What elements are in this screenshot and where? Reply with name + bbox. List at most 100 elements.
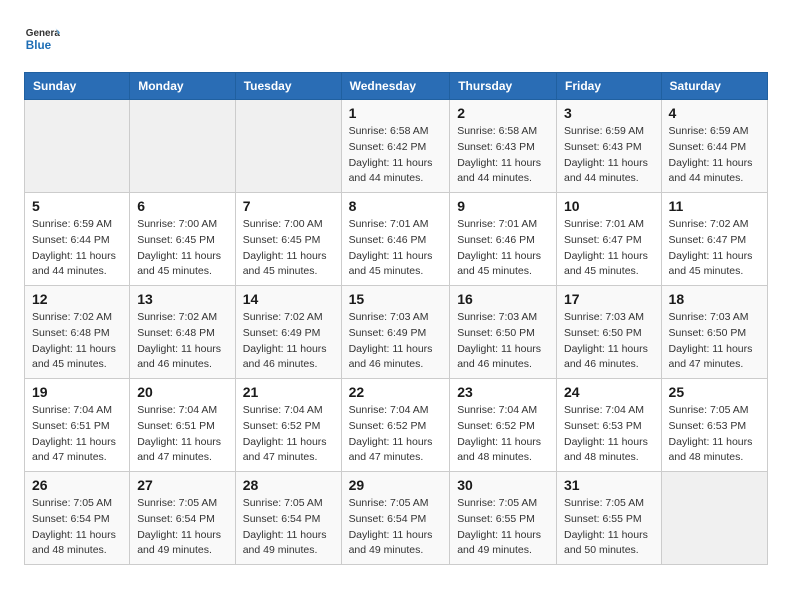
calendar-cell: 11 Sunrise: 7:02 AMSunset: 6:47 PMDayligh… [661, 193, 767, 286]
calendar-cell: 12Sunrise: 7:02 AMSunset: 6:48 PMDayligh… [25, 286, 130, 379]
day-number: 8 [349, 198, 443, 214]
day-number: 30 [457, 477, 549, 493]
day-info: Sunrise: 7:04 AMSunset: 6:52 PMDaylight:… [457, 403, 549, 466]
weekday-header: Friday [556, 73, 661, 100]
calendar-cell: 30 Sunrise: 7:05 AMSunset: 6:55 PMDayligh… [450, 472, 557, 565]
calendar-cell: 16Sunrise: 7:03 AMSunset: 6:50 PMDayligh… [450, 286, 557, 379]
day-info: Sunrise: 7:00 AMSunset: 6:45 PMDaylight:… [137, 217, 228, 280]
day-info: Sunrise: 6:58 AMSunset: 6:43 PMDaylight:… [457, 124, 549, 187]
day-info: Sunrise: 7:02 AMSunset: 6:47 PMDaylight:… [669, 217, 760, 280]
day-info: Sunrise: 6:59 AMSunset: 6:44 PMDaylight:… [32, 217, 122, 280]
day-info: Sunrise: 7:04 AMSunset: 6:51 PMDaylight:… [32, 403, 122, 466]
svg-text:Blue: Blue [26, 39, 52, 52]
day-info: Sunrise: 7:04 AMSunset: 6:51 PMDaylight:… [137, 403, 228, 466]
calendar-cell: 1 Sunrise: 6:58 AMSunset: 6:42 PMDaylight… [341, 100, 450, 193]
day-info: Sunrise: 7:01 AMSunset: 6:46 PMDaylight:… [349, 217, 443, 280]
calendar-cell: 17 Sunrise: 7:03 AMSunset: 6:50 PMDayligh… [556, 286, 661, 379]
calendar-cell [130, 100, 236, 193]
day-info: Sunrise: 7:05 AMSunset: 6:55 PMDaylight:… [564, 496, 654, 559]
calendar-cell: 9 Sunrise: 7:01 AMSunset: 6:46 PMDaylight… [450, 193, 557, 286]
day-info: Sunrise: 7:05 AMSunset: 6:53 PMDaylight:… [669, 403, 760, 466]
calendar-cell [661, 472, 767, 565]
day-number: 19 [32, 384, 122, 400]
day-info: Sunrise: 7:05 AMSunset: 6:55 PMDaylight:… [457, 496, 549, 559]
weekday-header: Sunday [25, 73, 130, 100]
day-info: Sunrise: 7:03 AMSunset: 6:49 PMDaylight:… [349, 310, 443, 373]
day-info: Sunrise: 6:59 AMSunset: 6:43 PMDaylight:… [564, 124, 654, 187]
calendar-cell [235, 100, 341, 193]
day-info: Sunrise: 7:01 AMSunset: 6:46 PMDaylight:… [457, 217, 549, 280]
calendar-cell: 7 Sunrise: 7:00 AMSunset: 6:45 PMDaylight… [235, 193, 341, 286]
day-number: 27 [137, 477, 228, 493]
calendar-cell: 8 Sunrise: 7:01 AMSunset: 6:46 PMDaylight… [341, 193, 450, 286]
day-number: 28 [243, 477, 334, 493]
day-info: Sunrise: 7:01 AMSunset: 6:47 PMDaylight:… [564, 217, 654, 280]
day-number: 3 [564, 105, 654, 121]
day-number: 23 [457, 384, 549, 400]
calendar-cell: 29Sunrise: 7:05 AMSunset: 6:54 PMDayligh… [341, 472, 450, 565]
day-info: Sunrise: 7:04 AMSunset: 6:52 PMDaylight:… [349, 403, 443, 466]
day-info: Sunrise: 7:03 AMSunset: 6:50 PMDaylight:… [564, 310, 654, 373]
calendar-cell: 23 Sunrise: 7:04 AMSunset: 6:52 PMDayligh… [450, 379, 557, 472]
day-info: Sunrise: 6:59 AMSunset: 6:44 PMDaylight:… [669, 124, 760, 187]
calendar-cell [25, 100, 130, 193]
calendar-cell: 31 Sunrise: 7:05 AMSunset: 6:55 PMDayligh… [556, 472, 661, 565]
calendar-cell: 3 Sunrise: 6:59 AMSunset: 6:43 PMDaylight… [556, 100, 661, 193]
day-number: 31 [564, 477, 654, 493]
calendar-cell: 25 Sunrise: 7:05 AMSunset: 6:53 PMDayligh… [661, 379, 767, 472]
day-info: Sunrise: 7:05 AMSunset: 6:54 PMDaylight:… [137, 496, 228, 559]
day-number: 21 [243, 384, 334, 400]
day-number: 9 [457, 198, 549, 214]
weekday-header: Tuesday [235, 73, 341, 100]
day-number: 11 [669, 198, 760, 214]
calendar-cell: 24 Sunrise: 7:04 AMSunset: 6:53 PMDayligh… [556, 379, 661, 472]
calendar-cell: 28 Sunrise: 7:05 AMSunset: 6:54 PMDayligh… [235, 472, 341, 565]
day-number: 17 [564, 291, 654, 307]
day-number: 2 [457, 105, 549, 121]
calendar-cell: 20 Sunrise: 7:04 AMSunset: 6:51 PMDayligh… [130, 379, 236, 472]
day-number: 14 [243, 291, 334, 307]
day-number: 20 [137, 384, 228, 400]
calendar-table: SundayMondayTuesdayWednesdayThursdayFrid… [24, 72, 768, 565]
calendar-cell: 21Sunrise: 7:04 AMSunset: 6:52 PMDayligh… [235, 379, 341, 472]
weekday-header: Wednesday [341, 73, 450, 100]
calendar-cell: 4Sunrise: 6:59 AMSunset: 6:44 PMDaylight… [661, 100, 767, 193]
calendar-cell: 18 Sunrise: 7:03 AMSunset: 6:50 PMDayligh… [661, 286, 767, 379]
day-info: Sunrise: 7:00 AMSunset: 6:45 PMDaylight:… [243, 217, 334, 280]
calendar-cell: 2 Sunrise: 6:58 AMSunset: 6:43 PMDaylight… [450, 100, 557, 193]
calendar-cell: 26 Sunrise: 7:05 AMSunset: 6:54 PMDayligh… [25, 472, 130, 565]
logo-icon: General Blue [24, 20, 60, 56]
day-number: 13 [137, 291, 228, 307]
calendar-cell: 27 Sunrise: 7:05 AMSunset: 6:54 PMDayligh… [130, 472, 236, 565]
day-info: Sunrise: 7:05 AMSunset: 6:54 PMDaylight:… [349, 496, 443, 559]
day-number: 7 [243, 198, 334, 214]
day-number: 26 [32, 477, 122, 493]
day-number: 16 [457, 291, 549, 307]
day-number: 6 [137, 198, 228, 214]
day-info: Sunrise: 7:02 AMSunset: 6:48 PMDaylight:… [137, 310, 228, 373]
day-info: Sunrise: 7:03 AMSunset: 6:50 PMDaylight:… [669, 310, 760, 373]
weekday-header: Saturday [661, 73, 767, 100]
day-number: 24 [564, 384, 654, 400]
calendar-cell: 15Sunrise: 7:03 AMSunset: 6:49 PMDayligh… [341, 286, 450, 379]
day-info: Sunrise: 7:04 AMSunset: 6:53 PMDaylight:… [564, 403, 654, 466]
calendar-cell: 13 Sunrise: 7:02 AMSunset: 6:48 PMDayligh… [130, 286, 236, 379]
weekday-header: Thursday [450, 73, 557, 100]
logo: General Blue [24, 20, 60, 56]
header: General Blue [24, 20, 768, 56]
day-number: 12 [32, 291, 122, 307]
day-number: 10 [564, 198, 654, 214]
calendar-cell: 5 Sunrise: 6:59 AMSunset: 6:44 PMDaylight… [25, 193, 130, 286]
calendar-cell: 22 Sunrise: 7:04 AMSunset: 6:52 PMDayligh… [341, 379, 450, 472]
day-number: 25 [669, 384, 760, 400]
day-info: Sunrise: 7:05 AMSunset: 6:54 PMDaylight:… [32, 496, 122, 559]
day-number: 5 [32, 198, 122, 214]
page-container: General Blue SundayMondayTuesdayWednesda… [0, 0, 792, 581]
day-info: Sunrise: 7:02 AMSunset: 6:49 PMDaylight:… [243, 310, 334, 373]
day-info: Sunrise: 6:58 AMSunset: 6:42 PMDaylight:… [349, 124, 443, 187]
calendar-cell: 14 Sunrise: 7:02 AMSunset: 6:49 PMDayligh… [235, 286, 341, 379]
day-number: 18 [669, 291, 760, 307]
day-number: 1 [349, 105, 443, 121]
day-info: Sunrise: 7:05 AMSunset: 6:54 PMDaylight:… [243, 496, 334, 559]
day-number: 22 [349, 384, 443, 400]
